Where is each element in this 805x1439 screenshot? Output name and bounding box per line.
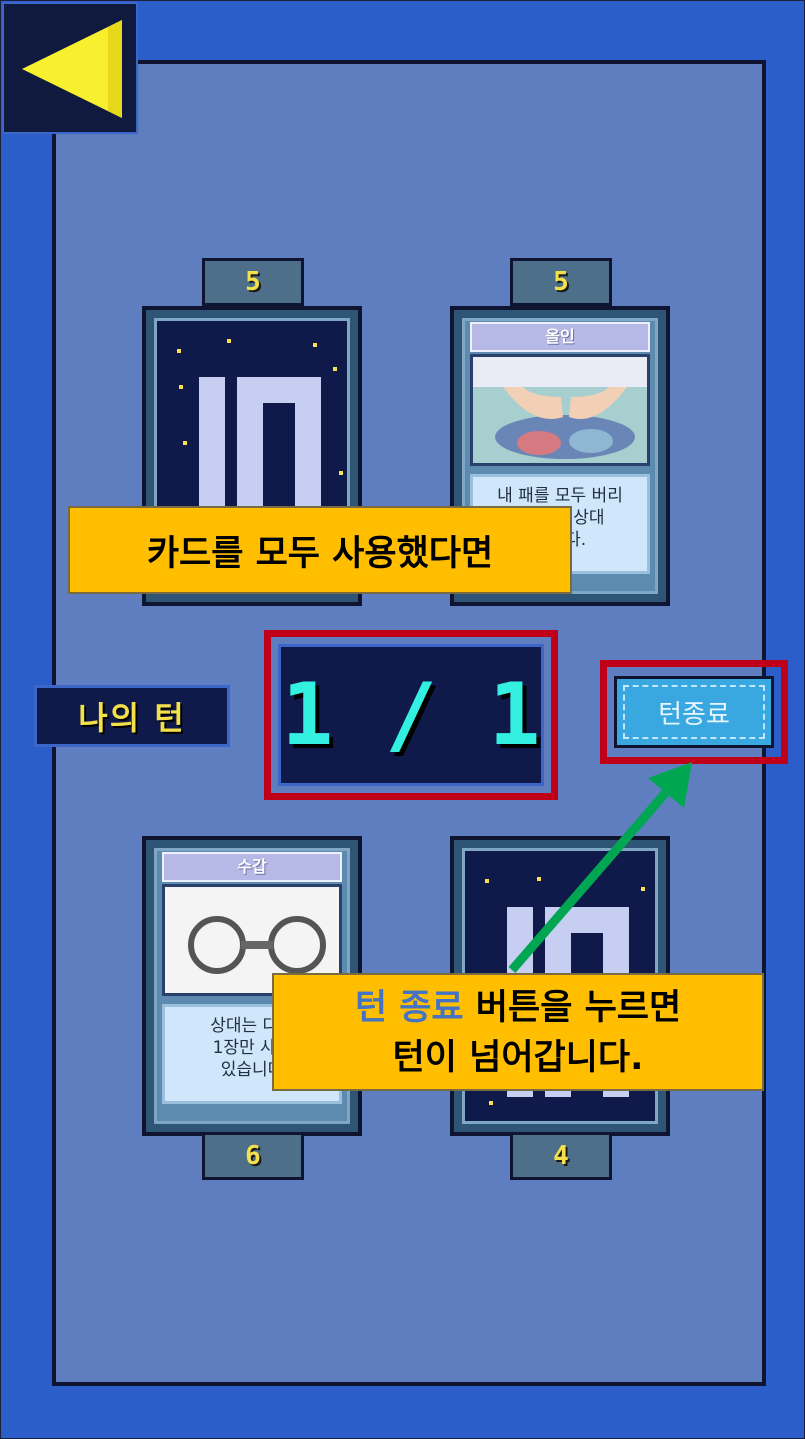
tutorial-hint-bottom: 턴 종료 버튼을 누르면 턴이 넘어갑니다. [272,973,764,1091]
tutorial-arrow-icon [508,762,692,973]
